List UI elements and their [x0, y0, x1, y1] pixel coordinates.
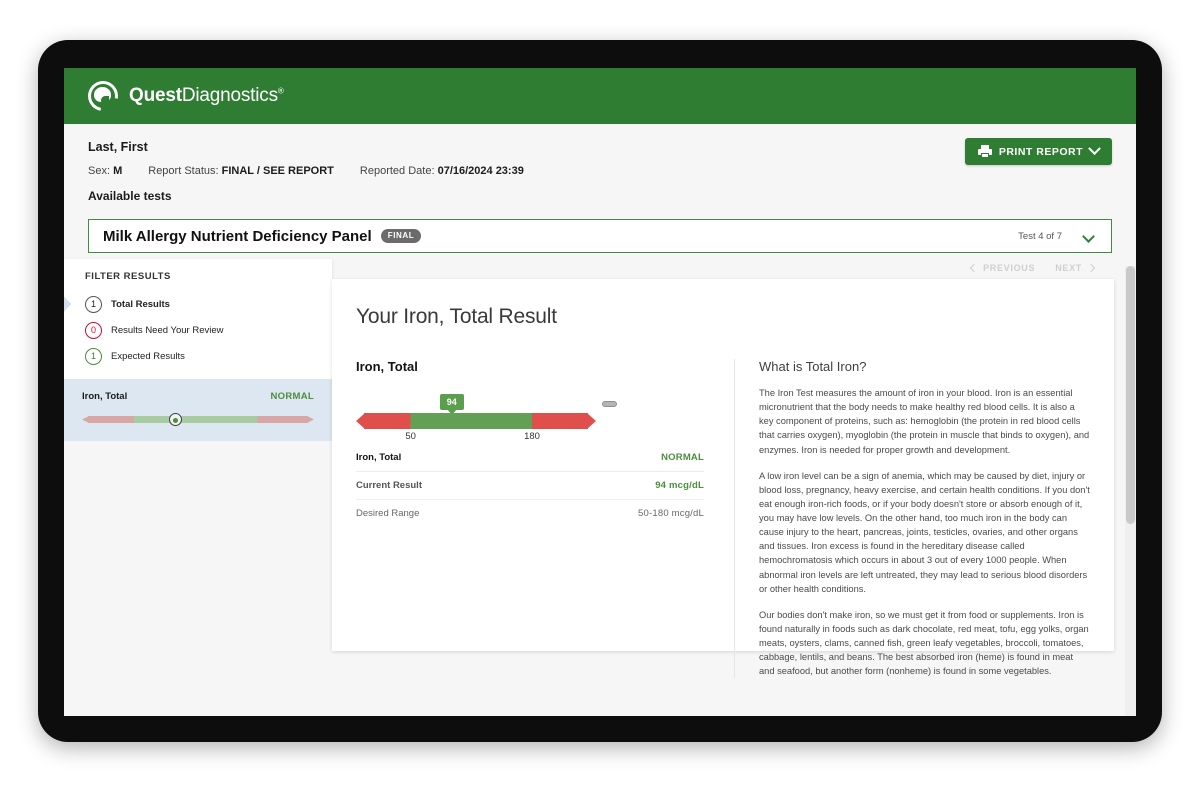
chevron-left-icon	[969, 263, 979, 273]
filter-count-badge: 0	[85, 321, 102, 339]
gauge-tick-low: 50	[405, 431, 416, 442]
rail-result-name: Iron, Total	[82, 391, 128, 402]
selected-arrow-icon	[64, 295, 71, 313]
chevron-down-icon[interactable]	[1082, 229, 1095, 243]
next-label: NEXT	[1055, 263, 1082, 273]
print-report-button[interactable]: PRINT REPORT	[964, 138, 1112, 165]
filter-count-badge: 1	[85, 295, 102, 313]
filter-rail: FILTER RESULTS 1 Total Results 0 Results…	[64, 259, 332, 441]
quest-logo-icon	[82, 75, 124, 117]
row-label: Iron, Total	[356, 452, 402, 463]
next-result-link[interactable]: NEXT	[1055, 263, 1096, 273]
chevron-right-icon	[1086, 263, 1096, 273]
previous-label: PREVIOUS	[983, 263, 1036, 273]
chevron-down-icon	[1088, 142, 1101, 156]
info-column: What is Total Iron? The Iron Test measur…	[734, 359, 1090, 679]
table-row: Current Result 94 mcg/dL	[356, 471, 704, 499]
filter-item-label: Expected Results	[111, 350, 185, 362]
table-row: Iron, Total NORMAL	[356, 444, 704, 471]
rail-result-item-iron-total[interactable]: Iron, Total NORMAL	[64, 379, 332, 441]
brand-wordmark: QuestDiagnostics®	[129, 85, 284, 107]
result-table: Iron, Total NORMAL Current Result 94 mcg…	[356, 444, 704, 527]
row-label: Current Result	[356, 480, 422, 491]
main-body: FILTER RESULTS 1 Total Results 0 Results…	[64, 253, 1136, 679]
print-report-label: PRINT REPORT	[998, 145, 1083, 158]
filter-item-needs-review[interactable]: 0 Results Need Your Review	[64, 317, 332, 343]
gauge-bar	[364, 413, 588, 429]
brand-name-bold: Quest	[129, 85, 182, 106]
page-title: Your Iron, Total Result	[356, 305, 557, 328]
patient-info-bar: Last, First Sex: M Report Status: FINAL …	[64, 124, 1136, 213]
gauge-tick-high: 180	[524, 431, 540, 442]
table-row: Desired Range 50-180 mcg/dL	[356, 499, 704, 527]
printer-icon	[977, 145, 992, 158]
brand-header: QuestDiagnostics®	[64, 68, 1136, 124]
previous-result-link[interactable]: PREVIOUS	[969, 263, 1036, 273]
vertical-scrollbar[interactable]	[1125, 266, 1136, 716]
info-paragraph: The Iron Test measures the amount of iro…	[759, 388, 1090, 455]
row-value: NORMAL	[661, 452, 704, 463]
trademark-symbol: ®	[277, 86, 284, 96]
result-pager: PREVIOUS NEXT	[969, 263, 1096, 273]
filter-item-total-results[interactable]: 1 Total Results	[64, 291, 332, 317]
rail-mini-gauge	[82, 413, 314, 426]
patient-meta-row: Sex: M Report Status: FINAL / SEE REPORT…	[88, 165, 1112, 177]
filter-count-badge: 1	[85, 347, 102, 365]
gauge-value-badge: 94	[439, 394, 464, 410]
reported-date-value: 07/16/2024 23:39	[437, 165, 524, 177]
available-tests-label: Available tests	[88, 189, 172, 203]
row-value: 50-180 mcg/dL	[638, 508, 704, 519]
filter-item-label: Total Results	[111, 298, 170, 310]
row-label: Desired Range	[356, 508, 420, 519]
analyte-title: Iron, Total	[356, 359, 418, 374]
rail-result-status: NORMAL	[270, 391, 314, 402]
mini-gauge-high-cap	[307, 416, 314, 423]
result-detail-card: PREVIOUS NEXT Your Iron, Total Result Ir…	[332, 263, 1114, 679]
result-panels: Iron, Total 94 50 180 Iron, Total NORMAL…	[356, 359, 1090, 679]
brand-name-light: Diagnostics	[181, 85, 278, 106]
row-value: 94 mcg/dL	[655, 480, 704, 491]
filter-results-title: FILTER RESULTS	[85, 271, 171, 282]
patient-name: Last, First	[88, 140, 148, 154]
mini-gauge-bar	[88, 416, 308, 423]
selected-test-name: Milk Allergy Nutrient Deficiency Panel	[103, 227, 372, 245]
test-selector-dropdown[interactable]: Milk Allergy Nutrient Deficiency Panel F…	[88, 219, 1112, 253]
info-heading: What is Total Iron?	[759, 359, 867, 374]
gauge-high-cap	[587, 413, 596, 429]
test-counter: Test 4 of 7	[1018, 230, 1062, 242]
report-status: Report Status: FINAL / SEE REPORT	[148, 165, 334, 177]
rail-result-header: Iron, Total NORMAL	[82, 391, 314, 402]
filter-item-expected-results[interactable]: 1 Expected Results	[64, 343, 332, 369]
filter-item-label: Results Need Your Review	[111, 324, 224, 336]
tablet-device-frame: QuestDiagnostics® Last, First Sex: M Rep…	[38, 40, 1162, 742]
scrollbar-thumb[interactable]	[1126, 266, 1135, 524]
report-status-value: FINAL / SEE REPORT	[221, 165, 334, 177]
reported-date: Reported Date: 07/16/2024 23:39	[359, 165, 524, 177]
reference-range-gauge: 94 50 180	[356, 394, 617, 442]
info-paragraph: Our bodies don't make iron, so we must g…	[759, 609, 1089, 677]
test-status-badge: FINAL	[380, 229, 422, 243]
filter-card: FILTER RESULTS 1 Total Results 0 Results…	[64, 259, 332, 379]
info-paragraph: A low iron level can be a sign of anemia…	[759, 470, 1090, 594]
range-indicator-pill	[602, 401, 617, 407]
patient-sex-value: M	[113, 165, 123, 177]
patient-sex: Sex: M	[88, 165, 123, 177]
mini-gauge-marker	[168, 413, 182, 426]
app-screen: QuestDiagnostics® Last, First Sex: M Rep…	[64, 68, 1136, 716]
gauge-column: Iron, Total 94 50 180 Iron, Total NORMAL…	[356, 359, 712, 678]
